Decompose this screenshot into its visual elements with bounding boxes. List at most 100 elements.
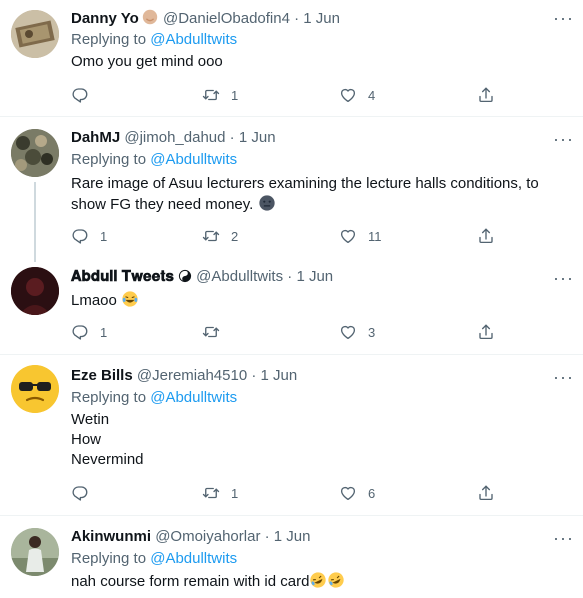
reply-icon xyxy=(71,484,89,502)
more-icon[interactable]: ··· xyxy=(553,368,574,386)
retweet-icon xyxy=(202,86,220,104)
share-icon xyxy=(477,323,495,341)
more-icon[interactable]: ··· xyxy=(553,529,574,547)
tweet-text: Omo you get mind ooo xyxy=(71,53,223,70)
share-button[interactable] xyxy=(477,483,495,503)
laughing-emoji-icon xyxy=(121,291,139,309)
mention-link[interactable]: @Abdulltwits xyxy=(150,389,237,406)
retweet-count: 2 xyxy=(231,228,239,244)
avatar[interactable] xyxy=(11,129,59,177)
display-name[interactable]: DahMJ xyxy=(71,129,120,146)
share-icon xyxy=(477,86,495,104)
like-icon xyxy=(339,323,357,341)
mention-link[interactable]: @Abdulltwits xyxy=(150,550,237,567)
tweet-actions: 1 6 xyxy=(71,483,501,503)
avatar[interactable] xyxy=(11,10,59,58)
avatar[interactable] xyxy=(11,365,59,413)
retweet-count: 1 xyxy=(231,485,239,501)
replying-to-label: Replying to xyxy=(71,389,147,406)
more-icon[interactable]: ··· xyxy=(553,269,574,287)
tweet-actions: 1 3 xyxy=(71,322,501,342)
reply-tweet[interactable]: Akinwunmi @Omoiyahorlar · 1 Jun ··· Repl… xyxy=(0,516,583,598)
reply-button[interactable] xyxy=(71,85,100,105)
display-name[interactable]: Eze Bills xyxy=(71,367,133,384)
user-handle[interactable]: @Abdulltwits xyxy=(196,268,283,285)
reply-button[interactable]: 1 xyxy=(71,322,107,342)
like-icon xyxy=(339,227,357,245)
tweet-actions: 1 2 11 xyxy=(71,226,501,246)
like-button[interactable]: 4 xyxy=(339,85,375,105)
like-button[interactable]: 11 xyxy=(339,226,382,246)
reply-tweet[interactable]: Danny Yo @DanielObadofin4 · 1 Jun ··· Re… xyxy=(0,0,583,116)
like-button[interactable]: 3 xyxy=(339,322,375,342)
like-button[interactable]: 6 xyxy=(339,483,375,503)
tweet-text-line-2: show FG they need money. xyxy=(71,196,254,213)
mention-link[interactable]: @Abdulltwits xyxy=(150,151,237,168)
yin-yang-icon xyxy=(178,268,192,285)
avatar[interactable] xyxy=(11,528,59,576)
retweet-icon xyxy=(202,323,220,341)
reply-button[interactable]: 1 xyxy=(71,226,107,246)
display-name[interactable]: Danny Yo xyxy=(71,10,139,27)
tweet-text-content: nah course form remain with id card xyxy=(71,573,310,590)
replying-to: Replying to @Abdulltwits xyxy=(71,30,237,50)
retweet-icon xyxy=(202,484,220,502)
reply-button[interactable] xyxy=(71,483,100,503)
user-handle[interactable]: @DanielObadofin4 xyxy=(163,10,290,27)
author-tweet[interactable]: 𝐀𝐛𝐝𝐮𝐥𝐥 𝐓𝐰𝐞𝐞𝐭𝐬 @Abdulltwits · 1 Jun ··· L… xyxy=(0,262,583,354)
tweet-text-line: How xyxy=(71,431,102,448)
reply-icon xyxy=(71,227,89,245)
retweet-button[interactable]: 1 xyxy=(202,483,238,503)
like-icon xyxy=(339,484,357,502)
separator-dot: · xyxy=(264,528,270,545)
like-count: 11 xyxy=(368,228,382,244)
more-icon[interactable]: ··· xyxy=(553,9,574,27)
like-icon xyxy=(339,86,357,104)
tweet-date[interactable]: 1 Jun xyxy=(303,10,340,27)
user-handle[interactable]: @jimoh_dahud xyxy=(124,129,225,146)
tweet-text-content: Lmaoo xyxy=(71,292,117,309)
share-button[interactable] xyxy=(477,322,495,342)
rolling-laughing-emoji-icon xyxy=(327,572,345,590)
retweet-icon xyxy=(202,227,220,245)
reply-icon xyxy=(71,86,89,104)
tweet-text: Lmaoo xyxy=(71,290,571,311)
retweet-button[interactable]: 1 xyxy=(202,85,238,105)
face-emoji-icon xyxy=(258,195,276,213)
tweet-date[interactable]: 1 Jun xyxy=(296,268,333,285)
replying-to-label: Replying to xyxy=(71,151,147,168)
retweet-button[interactable]: 2 xyxy=(202,226,238,246)
more-icon[interactable]: ··· xyxy=(553,130,574,148)
replying-to: Replying to @Abdulltwits xyxy=(71,549,237,569)
separator-dot: · xyxy=(251,367,257,384)
share-icon xyxy=(477,484,495,502)
separator-dot: · xyxy=(229,129,235,146)
display-name[interactable]: Akinwunmi xyxy=(71,528,151,545)
tweet-text: nah course form remain with id card xyxy=(71,571,571,592)
tweet-date[interactable]: 1 Jun xyxy=(239,129,276,146)
retweet-count: 1 xyxy=(231,87,239,103)
separator-dot: · xyxy=(287,268,293,285)
tweet-date[interactable]: 1 Jun xyxy=(274,528,311,545)
reply-icon xyxy=(71,323,89,341)
like-count: 4 xyxy=(368,87,376,103)
user-handle[interactable]: @Omoiyahorlar xyxy=(155,528,260,545)
replying-to: Replying to @Abdulltwits xyxy=(71,150,237,170)
tweet-text-line: show FG they need money. xyxy=(71,194,571,215)
tweet-text: Wetin How Nevermind xyxy=(71,410,571,470)
retweet-button[interactable] xyxy=(202,322,231,342)
display-name[interactable]: 𝐀𝐛𝐝𝐮𝐥𝐥 𝐓𝐰𝐞𝐞𝐭𝐬 xyxy=(71,268,174,285)
tweet-actions: 1 4 xyxy=(71,85,501,105)
avatar[interactable] xyxy=(11,267,59,315)
reply-tweet[interactable]: Eze Bills @Jeremiah4510 · 1 Jun ··· Repl… xyxy=(0,355,583,515)
hand-emoji-icon xyxy=(139,9,159,27)
like-count: 3 xyxy=(368,324,376,340)
share-button[interactable] xyxy=(477,85,495,105)
replying-to-label: Replying to xyxy=(71,31,147,48)
like-count: 6 xyxy=(368,485,376,501)
user-handle[interactable]: @Jeremiah4510 xyxy=(137,367,247,384)
tweet-date[interactable]: 1 Jun xyxy=(261,367,298,384)
mention-link[interactable]: @Abdulltwits xyxy=(150,31,237,48)
share-button[interactable] xyxy=(477,226,495,246)
reply-tweet[interactable]: DahMJ @jimoh_dahud · 1 Jun ··· Replying … xyxy=(0,117,583,253)
